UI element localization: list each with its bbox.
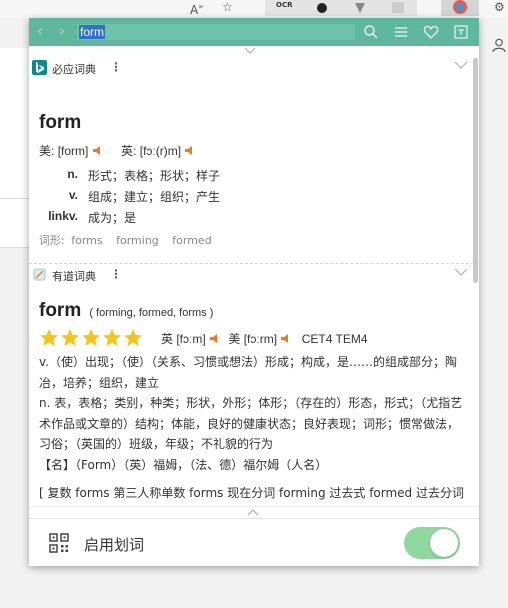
youdao-headword-line: form ( forming, formed, forms ) (39, 300, 213, 322)
youdao-phonetics: 英 [fɔːm] 美 [fɔːrm] CET4 TEM4 (161, 330, 368, 347)
star-icon (61, 329, 79, 346)
youdao-more-menu-icon[interactable]: ⋮ (110, 267, 122, 281)
back-arrow-icon[interactable]: ‹ (37, 23, 43, 39)
youdao-dict-header[interactable]: 有道词典 ⋮ (29, 265, 479, 287)
forms-label: 词形: (39, 234, 65, 247)
def-pos: v. (68, 188, 78, 202)
extension-tile-3[interactable] (379, 0, 417, 16)
word-form[interactable]: formed (172, 234, 211, 247)
bing-us-label: 美: (39, 144, 55, 158)
extension-tile-2[interactable] (341, 0, 379, 16)
word-form[interactable]: forming (116, 234, 159, 247)
youdao-definition-name: 【名】（Form）（英）福姆，（法、德）福尔姆（人名） (39, 458, 328, 472)
dictionary-content: 必应词典 ⋮ form 美: [form] 英: [fɔː(r)m] n. 形式… (29, 58, 479, 506)
def-text: 成为；是 (88, 211, 137, 225)
spider-icon (317, 3, 327, 13)
def-text: 组成；建立；组织；产生 (88, 190, 221, 204)
browser-sidebar (480, 18, 508, 608)
youdao-us-speaker-icon[interactable] (280, 333, 290, 344)
youdao-collapse-chevron-icon[interactable] (454, 268, 468, 276)
def-pos: linkv. (48, 209, 78, 223)
chevron-down-icon (244, 47, 256, 54)
image-icon (392, 2, 404, 13)
search-selected-text: form (79, 25, 105, 39)
youdao-definition-noun: n. 表，表格；类别，种类；形状，外形；体形；（存在的）形态，形式；（尤指艺术作… (39, 396, 463, 451)
browser-toolbar: A» ☆ OCR ⚙ (0, 0, 508, 18)
def-text: 形式；表格；形状；样子 (88, 169, 221, 183)
bing-us-phonetic: [form] (57, 144, 89, 158)
bing-collapse-chevron-icon[interactable] (454, 61, 468, 69)
toggle-knob (430, 529, 458, 557)
ocr-label: OCR (276, 1, 293, 9)
open-full-page-icon[interactable] (453, 24, 469, 40)
youdao-logo-icon (33, 268, 46, 281)
frequency-stars (39, 328, 144, 348)
bing-uk-phonetic: [fɔː(r)m] (139, 144, 182, 158)
bing-headword: form (39, 112, 82, 133)
star-icon (40, 329, 58, 346)
section-divider (29, 263, 479, 264)
qr-code-icon[interactable] (49, 533, 69, 553)
us-speaker-icon[interactable] (92, 145, 102, 156)
bing-phonetics: 美: [form] 英: [fɔː(r)m] (39, 142, 194, 159)
favorite-heart-icon[interactable] (423, 24, 439, 40)
bottom-collapse-bar[interactable] (29, 506, 479, 518)
enable-selection-toggle[interactable] (404, 527, 460, 559)
bing-word-forms: 词形: forms forming formed (39, 232, 222, 248)
bing-dict-header[interactable]: 必应词典 ⋮ (29, 58, 479, 80)
enable-selection-label: 启用划词 (84, 536, 145, 554)
search-icon[interactable] (363, 24, 379, 40)
youdao-headword: form (39, 300, 82, 321)
extensions-gear-icon[interactable]: ⚙ (494, 0, 505, 14)
def-pos: n. (67, 167, 78, 181)
ocr-extension-tile[interactable]: OCR (265, 0, 303, 16)
youdao-dict-name: 有道词典 (52, 270, 96, 283)
read-aloud-icon[interactable]: A» (190, 0, 203, 17)
star-icon (124, 329, 142, 346)
menu-icon[interactable] (393, 24, 409, 40)
bing-logo-icon (32, 60, 47, 75)
youdao-inflections: ( forming, formed, forms ) (89, 307, 214, 319)
uk-speaker-icon[interactable] (184, 145, 194, 156)
bing-dict-name: 必应词典 (52, 63, 96, 76)
forward-arrow-icon[interactable]: › (59, 23, 65, 39)
bing-more-menu-icon[interactable]: ⋮ (110, 60, 122, 74)
word-form[interactable]: forms (71, 234, 102, 247)
exam-tags: CET4 TEM4 (301, 332, 368, 346)
search-input[interactable] (77, 24, 355, 40)
youdao-word-forms: [ 复数 forms 第三人称单数 forms 现在分词 forming 过去式… (39, 486, 464, 500)
top-collapse-bar[interactable] (29, 46, 479, 57)
star-icon (82, 329, 100, 346)
page-background (0, 48, 32, 248)
dictionary-logo-icon (453, 0, 467, 14)
popup-toolbar: ‹ › form (29, 18, 479, 46)
add-favorite-icon[interactable]: ☆ (222, 0, 233, 14)
bing-uk-label: 英: (121, 144, 137, 158)
popup-footer: 启用划词 (29, 518, 479, 566)
content-scrollbar[interactable] (473, 58, 478, 283)
dictionary-extension-tile[interactable] (441, 0, 479, 16)
chevron-up-icon (247, 509, 259, 516)
youdao-definition-verb: v.（使）出现；（使）（关系、习惯或想法）形成；构成，是……的组成部分；陶冶，培… (39, 355, 457, 390)
youdao-uk-phonetic: 英 [fɔːm] (161, 332, 206, 346)
youdao-uk-speaker-icon[interactable] (209, 333, 219, 344)
user-icon[interactable] (492, 38, 506, 52)
star-icon (103, 329, 121, 346)
extension-tile-1[interactable] (303, 0, 341, 16)
dictionary-popup: ‹ › form 必应词典 ⋮ form 美: [form] 英: [fɔː(r… (29, 18, 479, 566)
drop-icon (355, 3, 365, 13)
youdao-us-phonetic: 美 [fɔːrm] (228, 332, 278, 346)
